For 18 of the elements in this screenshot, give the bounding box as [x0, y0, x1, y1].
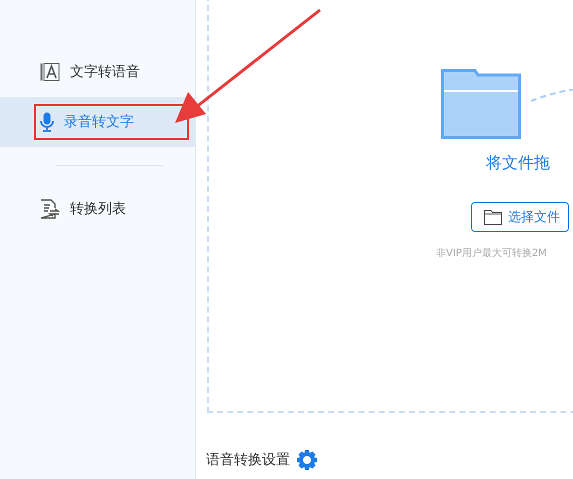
settings-label: 语音转换设置	[206, 451, 290, 469]
choose-folder-button[interactable]: 选择文件	[471, 202, 569, 232]
folder-icon	[484, 210, 502, 224]
settings-icon[interactable]	[296, 449, 318, 471]
sidebar-item[interactable]: 文字转语音	[0, 47, 195, 97]
sidebar-item[interactable]: 转换列表	[0, 184, 195, 234]
sidebar-item-label: 文字转语音	[70, 63, 140, 81]
sidebar-item-label: 录音转文字	[64, 113, 134, 131]
document-list-icon	[40, 199, 60, 219]
microphone-icon	[40, 112, 54, 132]
sidebar-item-label: 转换列表	[70, 200, 126, 218]
sidebar-item[interactable]: 录音转文字	[0, 97, 195, 147]
letter-book-icon	[40, 63, 60, 81]
drop-zone[interactable]: 将文件拖 选择文件 非VIP用户最大可转换2M	[207, 0, 573, 413]
drop-hint: 将文件拖	[486, 153, 550, 174]
size-limit-note: 非VIP用户最大可转换2M	[436, 246, 547, 260]
dashed-curve	[531, 89, 573, 103]
folder-icon	[441, 69, 521, 139]
